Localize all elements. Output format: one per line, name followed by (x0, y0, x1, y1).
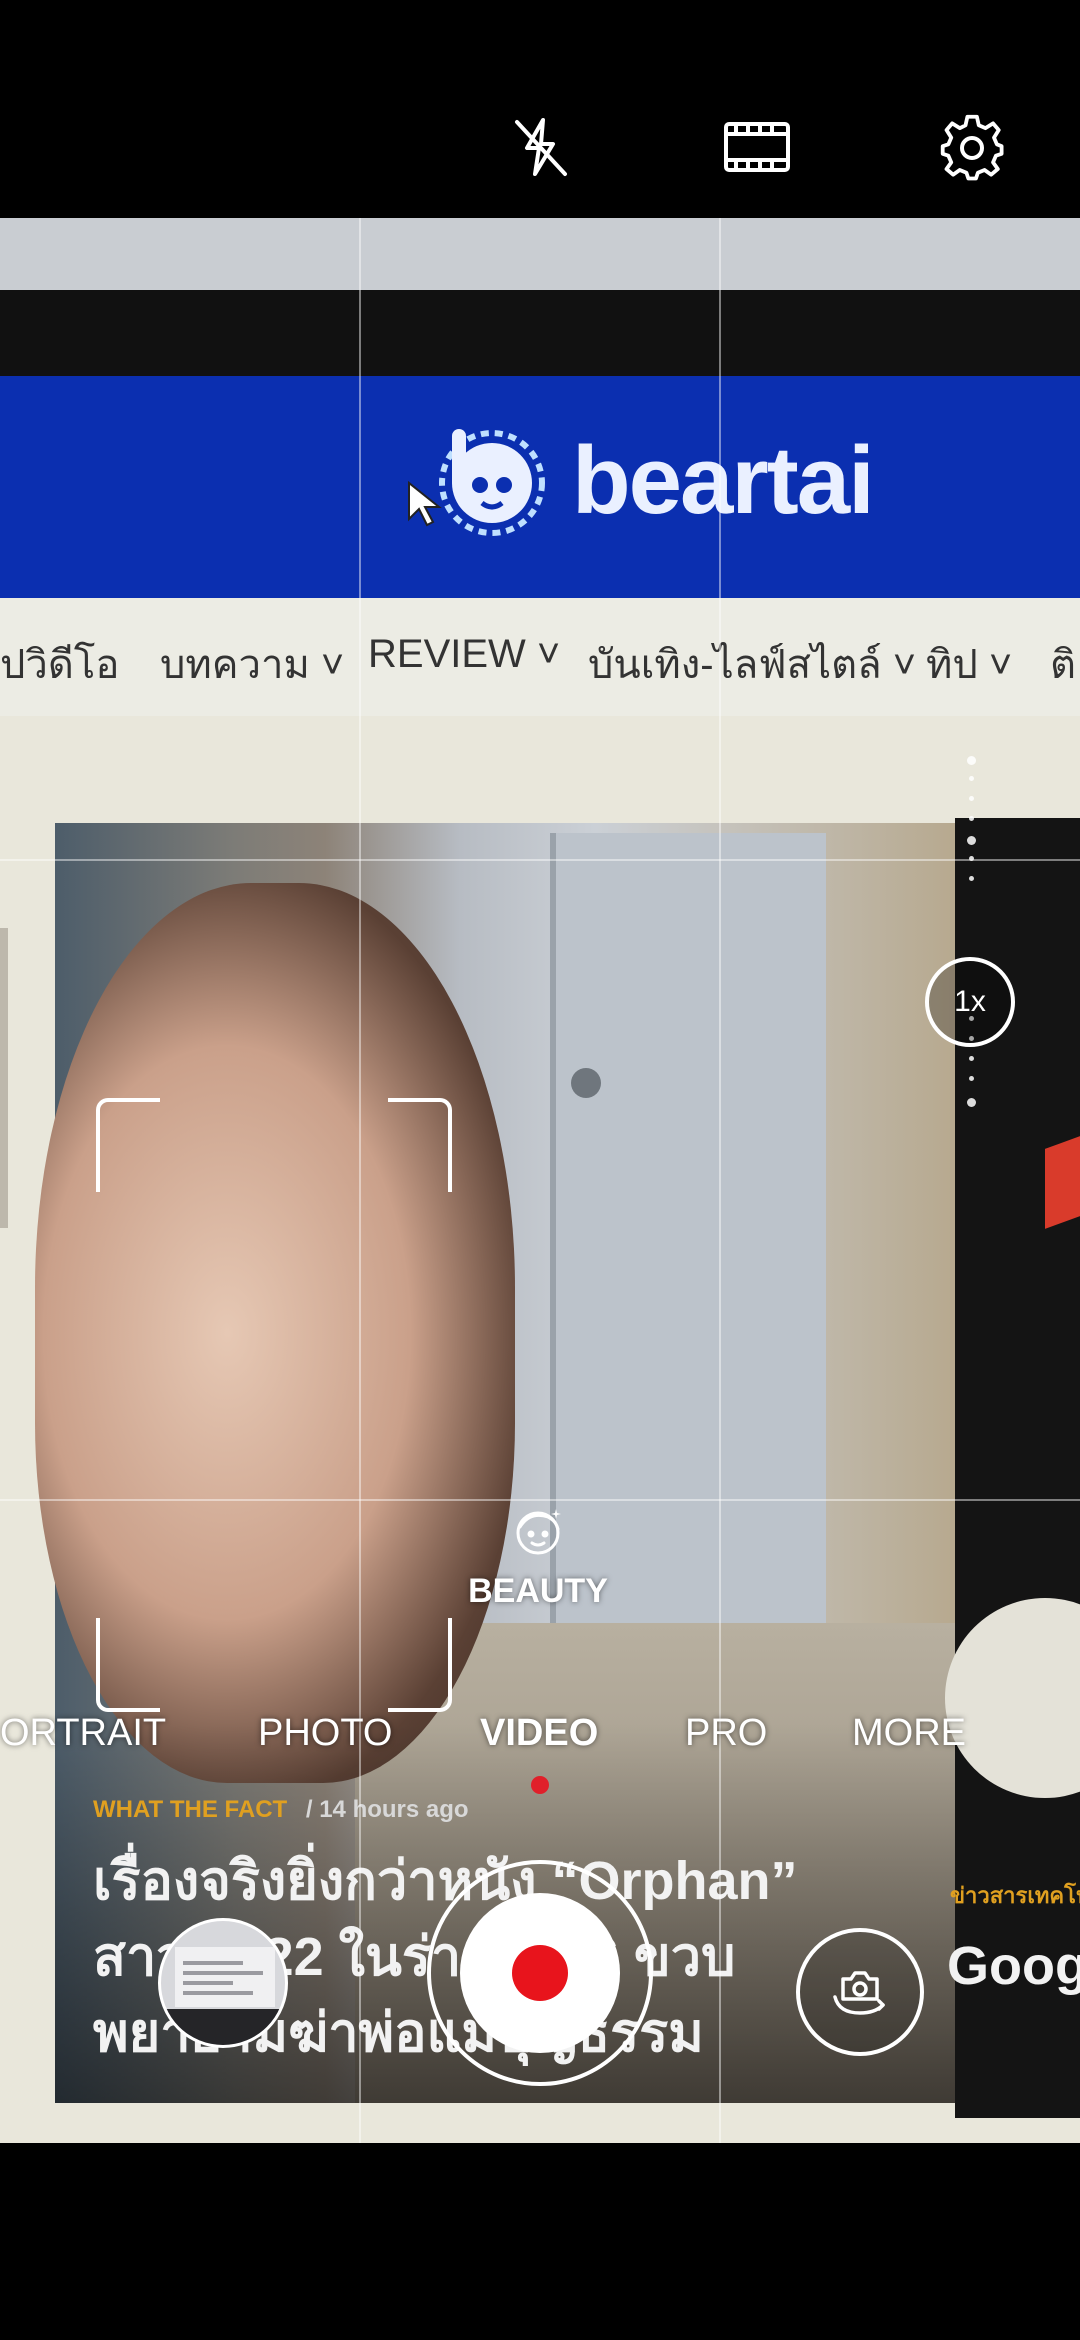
mode-pro[interactable]: PRO (685, 1712, 767, 1755)
mode-photo[interactable]: PHOTO (258, 1712, 392, 1755)
switch-camera-icon (833, 1971, 885, 2015)
article-meta: WHAT THE FACT / 14 hours ago (93, 1796, 469, 1824)
monitor-bezel (0, 290, 1080, 380)
beauty-face-icon (516, 1509, 561, 1555)
nav-item: บันเทิง-ไลฟ์สไตล์ ˅ (588, 643, 917, 687)
beauty-button[interactable]: BEAUTY (468, 1503, 608, 1611)
camera-viewfinder[interactable]: beartai ปวิดีโอ บทความ ˅ REVIEW ˅ บันเทิ… (0, 218, 1080, 2143)
side-article-category: ข่าวสารเทคโนโลยี (950, 1883, 1080, 1908)
mode-more[interactable]: MORE (852, 1712, 966, 1755)
focus-bracket (96, 1098, 160, 1192)
mode-portrait[interactable]: ORTRAIT (0, 1712, 166, 1755)
left-card-edge (0, 928, 8, 1228)
beartai-logo-icon (439, 429, 545, 536)
article-category: WHAT THE FACT (93, 1796, 288, 1823)
site-logo: beartai (408, 421, 875, 541)
nav-item: ปวิดีโอ (0, 643, 120, 687)
zoom-slider[interactable] (967, 756, 976, 1116)
focus-bracket (388, 1098, 452, 1192)
nav-item: บทความ ˅ (160, 643, 345, 687)
grid-line (0, 1499, 1080, 1501)
record-button[interactable] (460, 1893, 620, 2053)
focus-bracket (388, 1618, 452, 1712)
grid-line (719, 218, 721, 2143)
zoom-level-button[interactable]: 1x (925, 957, 1015, 1047)
nav-item: ติ (1050, 643, 1076, 687)
bottom-bar (0, 2143, 1080, 2340)
aspect-ratio-icon[interactable] (722, 112, 792, 182)
active-mode-indicator (531, 1776, 549, 1794)
camera-top-bar (0, 0, 1080, 218)
mouse-cursor-icon (408, 480, 442, 527)
mode-video[interactable]: VIDEO (480, 1712, 598, 1755)
grid-line (359, 218, 361, 2143)
monitor-frame (0, 218, 1080, 298)
gallery-thumbnail[interactable] (158, 1918, 288, 2048)
grid-line (0, 859, 1080, 861)
side-article-title: Googl ใช้งาน (947, 1936, 1080, 1996)
site-nav: ปวิดีโอ บทความ ˅ REVIEW ˅ บันเทิง-ไลฟ์สไ… (0, 598, 1080, 718)
record-icon (512, 1945, 568, 2001)
site-header: beartai (0, 376, 1080, 598)
beauty-label: BEAUTY (468, 1572, 608, 1610)
flash-off-icon[interactable] (505, 112, 575, 182)
nav-item: REVIEW ˅ (368, 632, 561, 676)
switch-camera-button[interactable] (796, 1928, 924, 2056)
article-time: / 14 hours ago (305, 1796, 469, 1823)
focus-bracket (96, 1618, 160, 1712)
nav-item: ทิป ˅ (926, 643, 1013, 687)
logo-text: beartai (572, 427, 875, 534)
gear-icon[interactable] (937, 112, 1007, 182)
